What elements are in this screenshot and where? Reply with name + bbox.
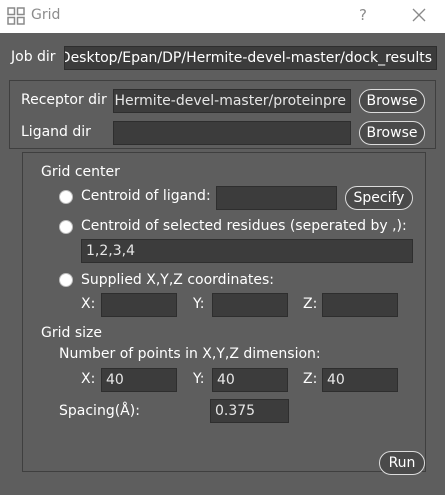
centroid-residues-label: Centroid of selected residues (seperated… [81, 218, 407, 234]
receptor-browse-button[interactable]: Browse [359, 89, 425, 113]
size-y-field[interactable]: 40 [212, 368, 288, 392]
grid-center-heading: Grid center [41, 164, 120, 180]
size-x-label: X: [81, 371, 96, 387]
size-y-label: Y: [193, 371, 205, 387]
center-y-label: Y: [193, 296, 205, 312]
supplied-xyz-radio[interactable] [59, 273, 73, 287]
ligand-browse-button[interactable]: Browse [359, 121, 425, 145]
centroid-residues-radio[interactable] [59, 220, 73, 234]
ligand-dir-field[interactable] [113, 121, 351, 145]
centroid-ligand-label: Centroid of ligand: [81, 188, 211, 204]
size-z-field[interactable]: 40 [322, 368, 398, 392]
points-label: Number of points in X,Y,Z dimension: [59, 346, 321, 362]
center-y-field[interactable] [212, 293, 288, 317]
receptor-dir-label: Receptor dir [21, 92, 107, 108]
centroid-ligand-radio[interactable] [59, 190, 73, 204]
supplied-xyz-label: Supplied X,Y,Z coordinates: [81, 272, 275, 288]
specify-button[interactable]: Specify [345, 186, 413, 210]
job-dir-field[interactable]: C:/Users/Desktop/Epan/DP/Hermite-devel-m… [64, 46, 437, 70]
ligand-dir-label: Ligand dir [21, 124, 91, 140]
grid-dialog: Job dir C:/Users/Desktop/Epan/DP/Hermite… [0, 33, 445, 495]
grid-app-icon [7, 7, 25, 25]
size-z-label: Z: [303, 371, 318, 387]
center-z-field[interactable] [322, 293, 398, 317]
size-x-field[interactable]: 40 [101, 368, 177, 392]
grid-size-heading: Grid size [41, 325, 102, 341]
close-icon[interactable] [411, 7, 427, 23]
job-dir-label: Job dir [11, 49, 56, 65]
help-button[interactable]: ? [359, 6, 367, 24]
center-z-label: Z: [303, 296, 318, 312]
run-button[interactable]: Run [379, 451, 425, 475]
center-x-label: X: [81, 296, 96, 312]
centroid-ligand-field[interactable] [216, 186, 337, 210]
title-bar: Grid ? [0, 0, 445, 34]
spacing-field[interactable]: 0.375 [210, 399, 289, 423]
receptor-dir-field[interactable]: Hermite-devel-master/proteinpre [113, 89, 351, 113]
center-x-field[interactable] [101, 293, 177, 317]
spacing-label: Spacing(Å): [59, 403, 140, 419]
residues-field[interactable]: 1,2,3,4 [81, 239, 413, 263]
window-title: Grid [31, 7, 61, 23]
